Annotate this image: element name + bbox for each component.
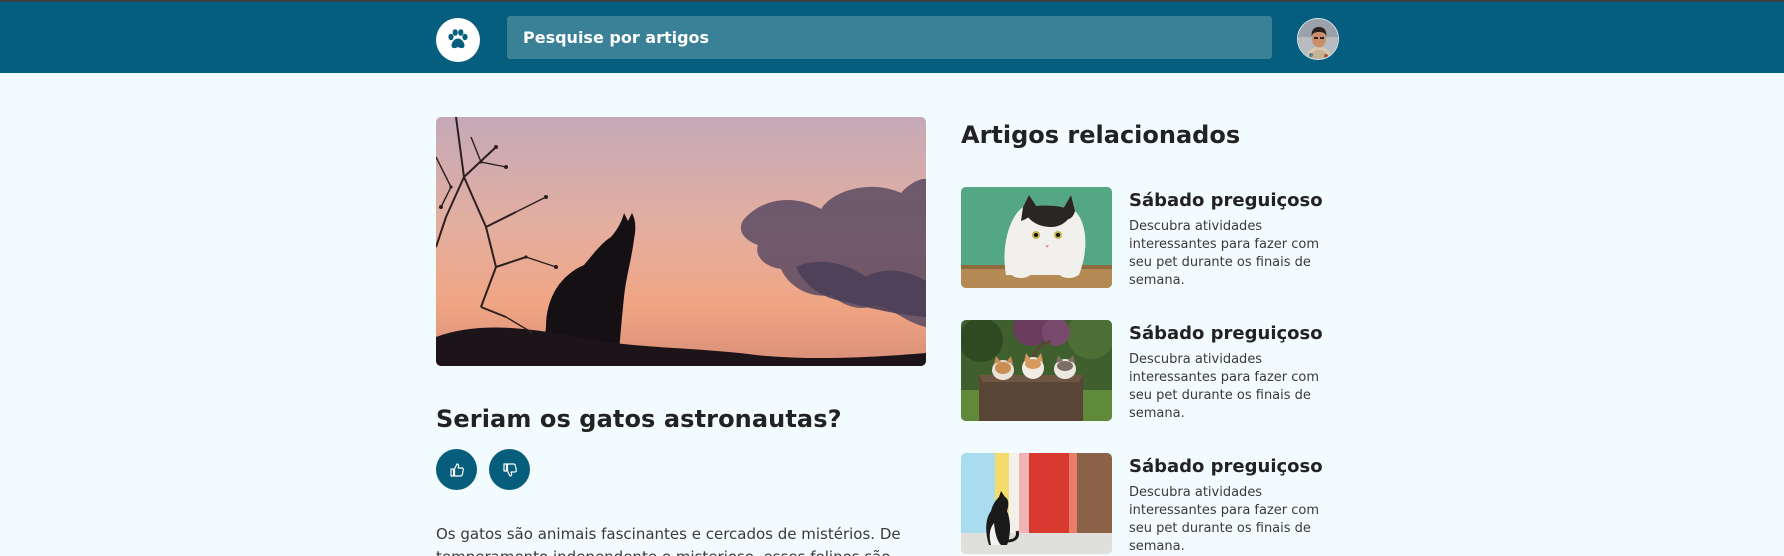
related-article-card[interactable]: Sábado preguiçoso Descubra atividades in… bbox=[961, 453, 1341, 554]
related-article-thumbnail bbox=[961, 187, 1112, 288]
article-body-line: Os gatos são animais fascinantes e cerca… bbox=[436, 525, 901, 543]
like-button[interactable] bbox=[436, 449, 477, 490]
user-avatar-image bbox=[1298, 19, 1338, 59]
related-article-title: Sábado preguiçoso bbox=[1129, 323, 1323, 344]
avatar[interactable] bbox=[1297, 18, 1339, 60]
related-article-title: Sábado preguiçoso bbox=[1129, 190, 1323, 211]
article-hero-image bbox=[436, 117, 926, 366]
related-article-description: Descubra atividades interessantes para f… bbox=[1129, 219, 1320, 288]
related-articles-title: Artigos relacionados bbox=[961, 121, 1241, 149]
article-title: Seriam os gatos astronautas? bbox=[436, 405, 842, 433]
logo-button[interactable] bbox=[436, 18, 480, 62]
related-article-title: Sábado preguiçoso bbox=[1129, 456, 1323, 477]
article-body-line: temperamento independente e misterioso, … bbox=[436, 546, 926, 556]
search-input[interactable]: Pesquise por artigos bbox=[507, 16, 1272, 59]
related-article-card[interactable]: Sábado preguiçoso Descubra atividades in… bbox=[961, 320, 1341, 421]
thumbs-down-icon bbox=[502, 462, 517, 477]
related-article-card[interactable]: Sábado preguiçoso Descubra atividades in… bbox=[961, 187, 1341, 288]
dislike-button[interactable] bbox=[489, 449, 530, 490]
related-article-description: Descubra atividades interessantes para f… bbox=[1129, 485, 1320, 554]
related-article-description: Descubra atividades interessantes para f… bbox=[1129, 352, 1320, 421]
related-article-thumbnail bbox=[961, 453, 1112, 554]
top-navbar: Pesquise por artigos bbox=[0, 2, 1784, 73]
thumbs-up-icon bbox=[449, 462, 464, 477]
paw-icon bbox=[448, 29, 468, 49]
article-body: Os gatos são animais fascinantes e cerca… bbox=[436, 523, 926, 556]
search-placeholder: Pesquise por artigos bbox=[523, 28, 710, 47]
related-article-thumbnail bbox=[961, 320, 1112, 421]
